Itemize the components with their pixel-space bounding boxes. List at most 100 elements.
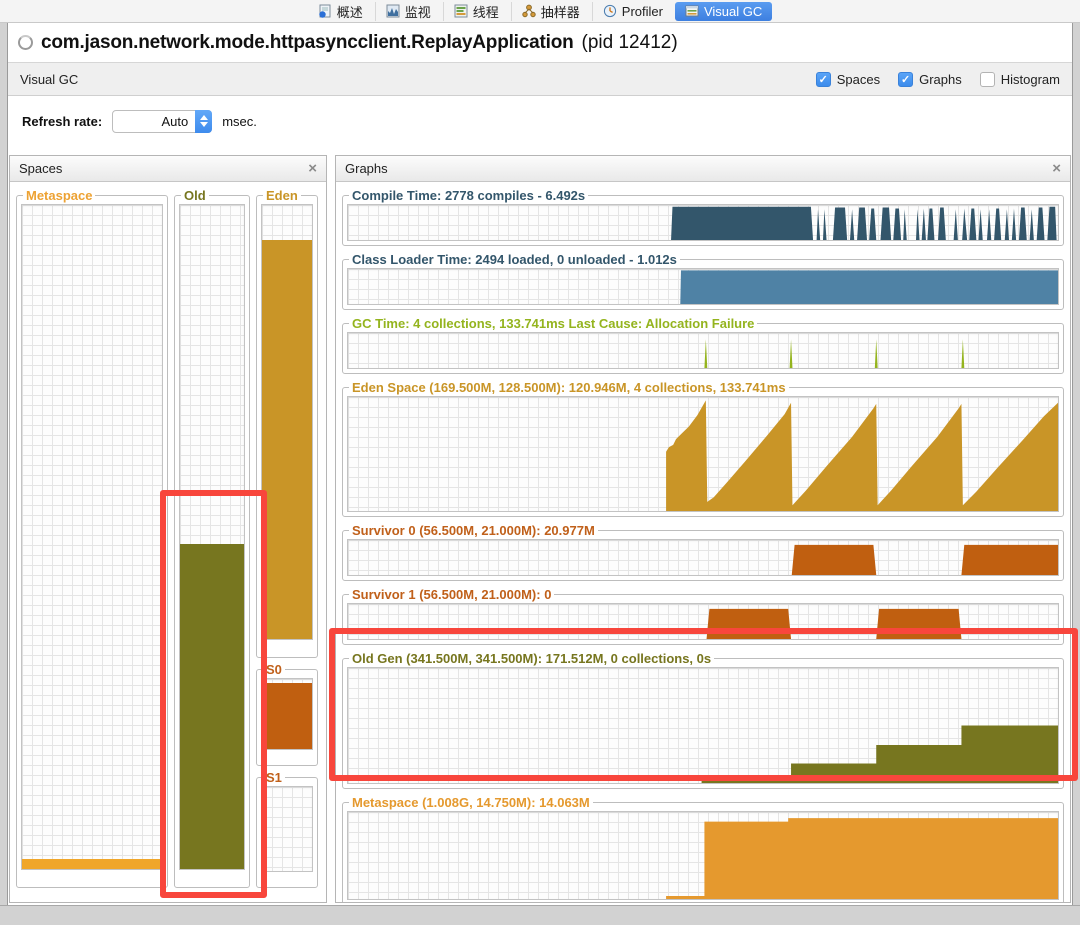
s1-space-label: S1: [263, 770, 285, 785]
tab-sampler[interactable]: 抽样器: [511, 2, 590, 21]
metaspace-space-label: Metaspace: [23, 188, 95, 203]
refresh-rate-unit: msec.: [222, 114, 257, 129]
tab-label: 概述: [337, 2, 363, 21]
s1-space: S1: [256, 770, 318, 888]
s0-space: S0: [256, 662, 318, 766]
title-row: com.jason.network.mode.httpasyncclient.R…: [8, 23, 1072, 62]
survivor1-chart-title: Survivor 1 (56.500M, 21.000M): 0: [349, 587, 554, 602]
graphs-panel-title: Graphs: [345, 161, 1052, 176]
status-bar: [0, 905, 1080, 925]
tab-threads[interactable]: 线程: [443, 2, 509, 21]
app-spinner-icon: [18, 35, 33, 50]
tab-label: Profiler: [622, 4, 663, 19]
gc-time-chart-title: GC Time: 4 collections, 133.741ms Last C…: [349, 316, 757, 331]
old-gen-chart: Old Gen (341.500M, 341.500M): 171.512M, …: [342, 651, 1064, 789]
compile-time-plot: [347, 204, 1059, 241]
refresh-rate-select[interactable]: Auto: [112, 110, 212, 133]
spaces-panel: Spaces × Metaspace Old: [9, 155, 327, 903]
old-space-plot: [179, 204, 245, 870]
tab-overview[interactable]: 概述: [308, 2, 373, 21]
stepper-icon[interactable]: [195, 110, 212, 133]
checkbox-label: Graphs: [919, 72, 962, 87]
compile-time-chart: Compile Time: 2778 compiles - 6.492s: [342, 188, 1064, 246]
survivor0-chart-title: Survivor 0 (56.500M, 21.000M): 20.977M: [349, 523, 598, 538]
visualvm-window: 概述 监视 线程 抽样器 Profiler Visual GC com.jaso…: [0, 0, 1080, 925]
graphs-checkbox[interactable]: ✓ Graphs: [898, 72, 962, 87]
s1-space-plot: [261, 786, 313, 872]
metaspace-space-fill: [22, 859, 162, 869]
old-gen-plot: [347, 667, 1059, 784]
old-space-fill: [180, 544, 244, 869]
application-frame: com.jason.network.mode.httpasyncclient.R…: [7, 23, 1073, 905]
eden-space-label: Eden: [263, 188, 301, 203]
main-area: Spaces × Metaspace Old: [8, 155, 1072, 903]
metaspace-space-plot: [21, 204, 163, 870]
visualgc-icon: [685, 4, 699, 18]
graphs-panel-body: Compile Time: 2778 compiles - 6.492s Cla…: [336, 182, 1070, 902]
checkbox-check-icon: [980, 72, 995, 87]
checkbox-check-icon: ✓: [816, 72, 831, 87]
chart-area: [348, 812, 1058, 899]
metaspace-chart: Metaspace (1.008G, 14.750M): 14.063M: [342, 795, 1064, 902]
sampler-icon: [522, 4, 536, 18]
profiler-icon: [603, 4, 617, 18]
s0-space-label: S0: [263, 662, 285, 677]
tab-monitor[interactable]: 监视: [375, 2, 441, 21]
eden-space-fill: [262, 240, 312, 639]
class-loader-time-chart-title: Class Loader Time: 2494 loaded, 0 unload…: [349, 252, 680, 267]
chart-area: [348, 397, 1058, 511]
pid-label: (pid 12412): [582, 32, 678, 54]
close-icon[interactable]: ×: [308, 161, 317, 176]
class-loader-time-chart: Class Loader Time: 2494 loaded, 0 unload…: [342, 252, 1064, 310]
visualgc-toolbar: Visual GC ✓ Spaces ✓ Graphs Histogram: [8, 62, 1072, 96]
eden-space-chart-title: Eden Space (169.500M, 128.500M): 120.946…: [349, 380, 789, 395]
graphs-panel-header: Graphs ×: [336, 156, 1070, 182]
page-title: com.jason.network.mode.httpasyncclient.R…: [41, 32, 574, 54]
threads-icon: [454, 4, 468, 18]
compile-time-chart-title: Compile Time: 2778 compiles - 6.492s: [349, 188, 588, 203]
tab-label: 监视: [405, 2, 431, 21]
class-loader-time-plot: [347, 268, 1059, 305]
refresh-rate-value: Auto: [119, 114, 195, 129]
s0-space-plot: [261, 678, 313, 750]
tab-label: 抽样器: [541, 2, 580, 21]
chart-area: [348, 540, 1058, 575]
spaces-panel-header: Spaces ×: [10, 156, 326, 182]
tab-visual-gc[interactable]: Visual GC: [675, 2, 772, 21]
spaces-checkbox[interactable]: ✓ Spaces: [816, 72, 880, 87]
monitor-icon: [386, 4, 400, 18]
chart-area: [348, 205, 1058, 240]
eden-space-plot: [261, 204, 313, 640]
close-icon[interactable]: ×: [1052, 161, 1061, 176]
tab-profiler[interactable]: Profiler: [592, 2, 673, 21]
tab-label: 线程: [473, 2, 499, 21]
refresh-rate-row: Refresh rate: Auto msec.: [8, 96, 1072, 146]
chart-area: [348, 333, 1058, 368]
survivor0-plot: [347, 539, 1059, 576]
checkbox-label: Histogram: [1001, 72, 1060, 87]
tab-label: Visual GC: [704, 4, 762, 19]
eden-space: Eden: [256, 188, 318, 658]
histogram-checkbox[interactable]: Histogram: [980, 72, 1060, 87]
chart-area: [348, 269, 1058, 304]
old-space-label: Old: [181, 188, 209, 203]
tab-bar: 概述 监视 线程 抽样器 Profiler Visual GC: [0, 0, 1080, 23]
gc-time-chart: GC Time: 4 collections, 133.741ms Last C…: [342, 316, 1064, 374]
old-space: Old: [174, 188, 250, 888]
eden-space-graph-plot: [347, 396, 1059, 512]
chart-area: [348, 668, 1058, 783]
s0-space-fill: [262, 683, 312, 750]
survivor0-chart: Survivor 0 (56.500M, 21.000M): 20.977M: [342, 523, 1064, 581]
survivor1-chart: Survivor 1 (56.500M, 21.000M): 0: [342, 587, 1064, 645]
refresh-rate-label: Refresh rate:: [22, 114, 102, 129]
metaspace-space: Metaspace: [16, 188, 168, 888]
spaces-panel-title: Spaces: [19, 161, 308, 176]
checkbox-check-icon: ✓: [898, 72, 913, 87]
graphs-panel: Graphs × Compile Time: 2778 compiles - 6…: [335, 155, 1071, 903]
young-gen-column: Eden S0: [256, 188, 318, 896]
old-gen-chart-title: Old Gen (341.500M, 341.500M): 171.512M, …: [349, 651, 714, 666]
metaspace-chart-title: Metaspace (1.008G, 14.750M): 14.063M: [349, 795, 593, 810]
gc-time-plot: [347, 332, 1059, 369]
survivor1-plot: [347, 603, 1059, 640]
metaspace-graph-plot: [347, 811, 1059, 900]
